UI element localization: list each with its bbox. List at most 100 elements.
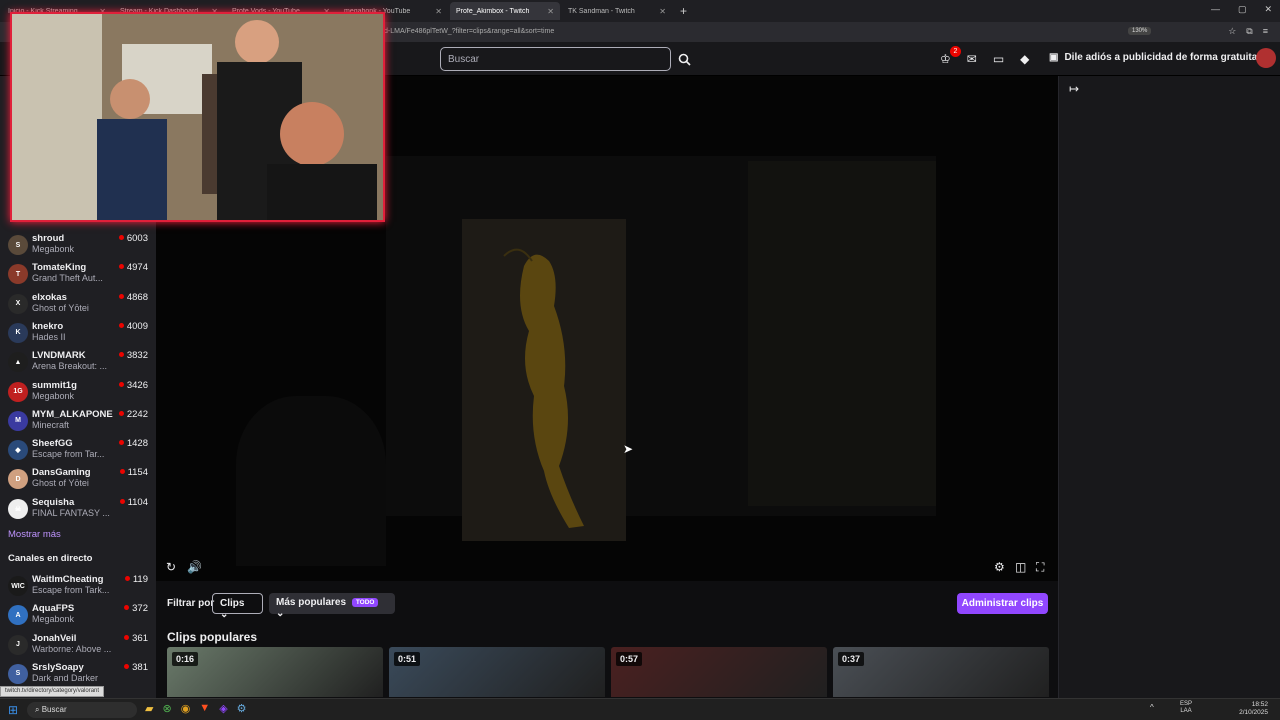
sidebar-channel[interactable]: J JonahVeil Warborne: Above ... 361 bbox=[0, 631, 156, 660]
brave-icon[interactable]: ▼ bbox=[199, 702, 210, 715]
viewer-count: 1154 bbox=[119, 467, 148, 478]
twitch-app-icon[interactable]: ◈ bbox=[219, 702, 227, 715]
maximize-icon[interactable]: ▢ bbox=[1238, 4, 1247, 15]
viewer-count: 3426 bbox=[118, 379, 148, 391]
user-avatar[interactable] bbox=[1256, 48, 1276, 68]
new-tab-button[interactable]: + bbox=[680, 4, 687, 18]
sidebar-channel[interactable]: S SrslySoapy Dark and Darker 381 bbox=[0, 660, 156, 689]
viewer-count-number: 361 bbox=[132, 632, 148, 644]
sidebar-channel[interactable]: ▲ LVNDMARK Arena Breakout: ... 3832 bbox=[0, 348, 156, 377]
sidebar-channel[interactable]: A AquaFPS Megabonk 372 bbox=[0, 601, 156, 630]
channel-game: Dark and Darker bbox=[32, 672, 99, 683]
star-icon[interactable]: ☆ bbox=[1228, 26, 1236, 37]
manage-clips-button[interactable]: Administrar clips bbox=[957, 593, 1048, 614]
sidebar-channel[interactable]: M MYM_ALKAPONE Minecraft 2242 bbox=[0, 407, 156, 436]
sidebar-channel[interactable]: WIC WaitImCheating Escape from Tark... 119 bbox=[0, 572, 156, 601]
clip-thumbnail[interactable]: 0:57 bbox=[611, 647, 827, 697]
url-text[interactable]: d-LMA/Fe486plTetW_?filter=clips&range=al… bbox=[384, 28, 554, 35]
type-dropdown[interactable]: Clips ⌄ bbox=[212, 593, 263, 620]
clip-thumbnail[interactable]: 0:16 bbox=[167, 647, 383, 697]
search-input[interactable]: Buscar bbox=[440, 47, 671, 71]
channel-name: TomateKing bbox=[32, 262, 87, 274]
sidebar-channel[interactable]: Kknekro Hades II 4009 bbox=[0, 319, 156, 348]
channel-avatar: A bbox=[8, 605, 28, 626]
extensions-icon[interactable]: ⧉ bbox=[1246, 26, 1252, 37]
close-tab-icon[interactable]: ✕ bbox=[659, 7, 666, 16]
clock-date: 2/10/2025 bbox=[1239, 709, 1268, 716]
filter-row: Filtrar por Clips ⌄ Más populares TODO ⌄ bbox=[156, 591, 1058, 620]
xbox-icon[interactable]: ⊗ bbox=[162, 702, 171, 715]
taskbar-search[interactable]: ⌕ Buscar bbox=[27, 702, 137, 718]
sort-dropdown[interactable]: Más populares TODO ⌄ bbox=[269, 593, 395, 619]
status-bar-url: twitch.tv/directory/category/valorant bbox=[0, 686, 105, 697]
filter-label: Filtrar por bbox=[167, 598, 215, 609]
viewer-count: 119 bbox=[124, 574, 148, 585]
chat-bubble-icon[interactable]: ▭ bbox=[993, 52, 1004, 66]
channel-avatar: ◆ bbox=[8, 440, 28, 461]
channel-game: Escape from Tar... bbox=[32, 449, 105, 460]
viewer-count: 4974 bbox=[118, 262, 148, 273]
bits-icon[interactable]: ◆ bbox=[1020, 52, 1029, 66]
channel-game: Megabonk bbox=[32, 614, 75, 625]
windows-start-icon[interactable]: ⊞ bbox=[8, 703, 18, 717]
mail-icon[interactable]: ✉ bbox=[967, 52, 977, 66]
taskbar-search-text: Buscar bbox=[41, 705, 67, 714]
taskbar-clock[interactable]: 18:52 2/10/2025 bbox=[1238, 701, 1268, 717]
sidebar-channel[interactable]: ◆ SheefGG Escape from Tar... 1428 bbox=[0, 436, 156, 465]
clip-thumbnail[interactable]: 0:37 bbox=[833, 647, 1049, 697]
search-icon: ⌕ bbox=[35, 705, 42, 714]
crown-icon[interactable]: ♔ bbox=[940, 52, 951, 66]
sidebar-channel[interactable]: ☠ Sequisha FINAL FANTASY ... 1104 bbox=[0, 495, 156, 524]
browser-tab[interactable]: TK Sandman - Twitch ✕ bbox=[562, 2, 672, 20]
collapse-icon[interactable]: ↦ bbox=[1069, 82, 1079, 96]
clip-thumbnail[interactable]: 0:51 bbox=[389, 647, 605, 697]
close-tab-icon[interactable]: ✕ bbox=[435, 7, 442, 16]
channel-avatar: ☠ bbox=[8, 498, 28, 519]
chevron-down-icon: ⌄ bbox=[220, 609, 229, 620]
viewer-count: 1428 bbox=[118, 438, 148, 449]
sidebar-channel[interactable]: 1G summit1g Megabonk 3426 bbox=[0, 378, 156, 407]
live-channels-title: Canales en directo bbox=[8, 553, 93, 564]
close-tab-icon[interactable]: ✕ bbox=[547, 7, 554, 16]
search-icon[interactable] bbox=[674, 47, 694, 71]
browser-tab-title: TK Sandman - Twitch bbox=[568, 7, 635, 15]
webcam-scene bbox=[12, 14, 383, 220]
sidebar-channel[interactable]: Sshroud Megabonk 6003 bbox=[0, 231, 156, 260]
popular-clips-title: Clips populares bbox=[167, 630, 258, 644]
theatre-mode-icon[interactable]: ◫ bbox=[1015, 560, 1026, 574]
minimize-icon[interactable]: — bbox=[1211, 4, 1220, 15]
windows-taskbar: ⊞ ⌕ Buscar ▰ ⊗ ◉ ▼ ◈ ⚙ ^ ESP LAA 18:52 2… bbox=[0, 698, 1280, 720]
viewer-count-number: 6003 bbox=[126, 233, 148, 244]
file-explorer-icon[interactable]: ▰ bbox=[145, 702, 153, 715]
chevron-down-icon: ⌄ bbox=[276, 608, 285, 619]
settings-icon[interactable]: ⚙ bbox=[994, 560, 1005, 574]
chevron-up-icon[interactable]: ^ bbox=[1150, 703, 1154, 712]
clip-duration: 0:16 bbox=[172, 652, 199, 666]
browser-tab[interactable]: Profe_Akimbox - Twitch ✕ bbox=[450, 2, 560, 20]
language-indicator[interactable]: ESP LAA bbox=[1180, 701, 1192, 715]
viewer-count: 1104 bbox=[119, 497, 148, 508]
sidebar-channel[interactable]: D DansGaming Ghost of Yōtei 1154 bbox=[0, 465, 156, 494]
sidebar-channel[interactable]: T TomateKing Grand Theft Aut... 4974 bbox=[0, 260, 156, 289]
zoom-badge[interactable]: 130% bbox=[1128, 27, 1152, 35]
channel-avatar: X bbox=[8, 293, 28, 314]
system-tray: ^ bbox=[1150, 703, 1154, 712]
live-dot-icon bbox=[118, 264, 124, 270]
viewer-count-number: 3426 bbox=[126, 379, 148, 391]
close-window-icon[interactable]: ✕ bbox=[1264, 4, 1272, 15]
right-column: ↦ bbox=[1058, 76, 1280, 698]
sidebar-channel[interactable]: Xelxokas Ghost of Yōtei 4868 bbox=[0, 290, 156, 319]
turbo-promo-button[interactable]: ▣ Dile adiós a publicidad de forma gratu… bbox=[1049, 52, 1257, 63]
browser-tab-title: Profe_Akimbox - Twitch bbox=[456, 7, 530, 15]
range-badge: TODO bbox=[351, 598, 379, 607]
fullscreen-icon[interactable]: ⛶ bbox=[1036, 560, 1044, 575]
replay-icon[interactable]: ↻ bbox=[166, 560, 176, 574]
show-more-link[interactable]: Mostrar más bbox=[8, 529, 61, 540]
chrome-icon[interactable]: ◉ bbox=[181, 702, 191, 715]
channel-avatar: 1G bbox=[8, 381, 28, 402]
steam-icon[interactable]: ⚙ bbox=[237, 702, 247, 715]
menu-icon[interactable]: ≡ bbox=[1263, 26, 1268, 37]
channel-name: summit1g bbox=[32, 379, 77, 391]
volume-icon[interactable]: 🔊 bbox=[187, 560, 202, 574]
channel-game: Escape from Tark... bbox=[32, 585, 110, 595]
